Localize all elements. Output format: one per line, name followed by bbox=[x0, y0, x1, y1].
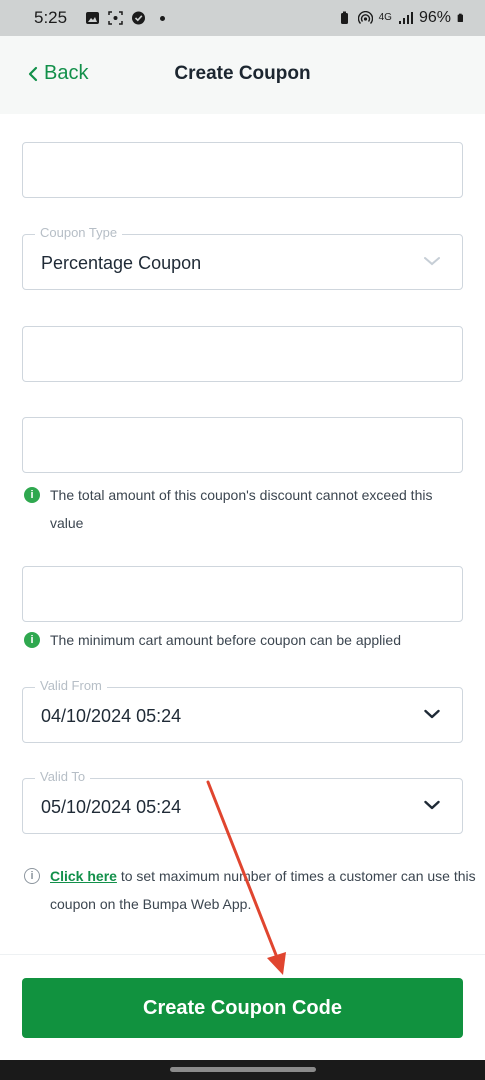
min-cart-amount-input[interactable] bbox=[22, 566, 463, 622]
app-header: Back Create Coupon bbox=[0, 36, 485, 114]
coupon-code-input[interactable] bbox=[22, 142, 463, 198]
min-cart-hint-text: The minimum cart amount before coupon ca… bbox=[50, 632, 401, 648]
coupon-type-legend: Coupon Type bbox=[35, 225, 123, 240]
gallery-icon bbox=[86, 12, 100, 24]
click-here-link[interactable]: Click here bbox=[50, 868, 117, 884]
valid-to-value: 05/10/2024 05:24 bbox=[41, 797, 182, 817]
valid-from-value: 04/10/2024 05:24 bbox=[41, 706, 182, 726]
chevron-down-icon bbox=[424, 257, 440, 266]
home-gesture-handle[interactable] bbox=[170, 1067, 316, 1072]
network-type: 4G bbox=[378, 12, 392, 23]
battery-icon bbox=[457, 13, 463, 22]
valid-from-select[interactable]: Valid From 04/10/2024 05:24 bbox=[22, 678, 463, 743]
info-outline-icon: i bbox=[24, 868, 40, 884]
page-title: Create Coupon bbox=[174, 63, 311, 84]
usage-limit-hint: i Click here to set maximum number of ti… bbox=[24, 862, 484, 918]
battery-percent: 96% bbox=[418, 9, 451, 26]
coupon-type-value: Percentage Coupon bbox=[41, 253, 202, 273]
footer: Create Coupon Code bbox=[0, 954, 485, 1060]
chevron-down-icon bbox=[424, 709, 440, 719]
valid-to-select[interactable]: Valid To 05/10/2024 05:24 bbox=[22, 769, 463, 834]
system-nav-bar bbox=[0, 1060, 485, 1080]
coupon-type-select[interactable]: Coupon Type Percentage Coupon bbox=[22, 225, 463, 290]
status-time: 5:25 bbox=[34, 8, 68, 27]
min-cart-hint: i The minimum cart amount before coupon … bbox=[24, 626, 464, 654]
create-coupon-code-button[interactable]: Create Coupon Code bbox=[22, 978, 463, 1038]
info-icon: i bbox=[24, 487, 40, 503]
valid-to-legend: Valid To bbox=[35, 769, 91, 784]
discount-value-input[interactable] bbox=[22, 326, 463, 382]
screenshot-icon bbox=[108, 11, 123, 25]
notification-dot-icon bbox=[160, 15, 166, 21]
status-bar: 5:25 4G 96% bbox=[0, 0, 485, 36]
max-discount-input[interactable] bbox=[22, 417, 463, 473]
chevron-down-icon bbox=[424, 800, 440, 810]
info-icon: i bbox=[24, 632, 40, 648]
max-discount-hint: i The total amount of this coupon's disc… bbox=[24, 481, 454, 537]
verified-icon bbox=[132, 11, 146, 25]
valid-from-legend: Valid From bbox=[35, 678, 107, 693]
signal-icon bbox=[398, 12, 413, 24]
battery-saver-icon bbox=[340, 11, 348, 24]
hotspot-icon bbox=[357, 11, 373, 24]
max-discount-hint-text: The total amount of this coupon's discou… bbox=[50, 487, 433, 531]
usage-limit-hint-body: Click here to set maximum number of time… bbox=[50, 862, 482, 918]
